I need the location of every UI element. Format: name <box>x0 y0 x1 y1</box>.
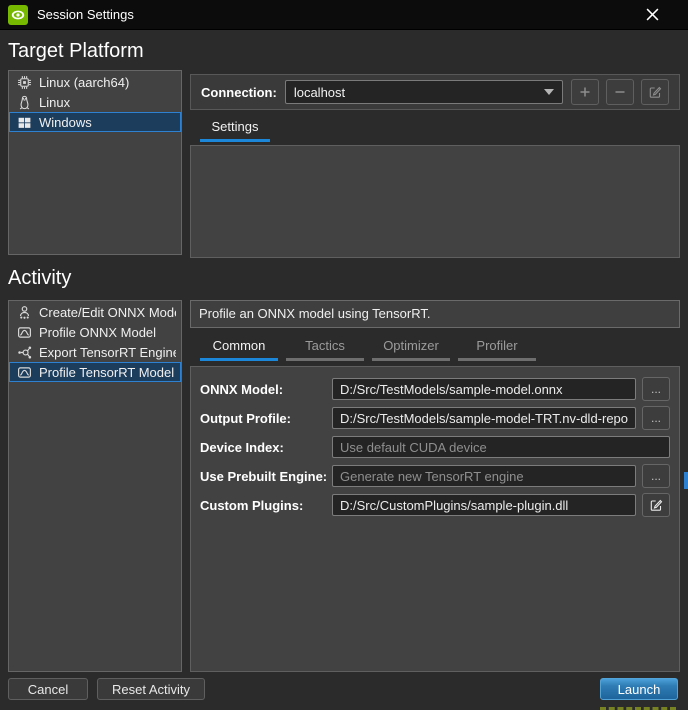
person-network-icon <box>17 305 32 320</box>
activity-item-create-edit-onnx[interactable]: Create/Edit ONNX Models <box>9 302 181 322</box>
platform-item-label: Linux (aarch64) <box>39 75 129 90</box>
linux-penguin-icon <box>17 95 32 110</box>
dropdown-caret-icon <box>544 89 554 95</box>
edit-icon <box>649 498 663 512</box>
profile-chart-icon <box>17 325 32 340</box>
onnx-model-input[interactable] <box>332 378 636 400</box>
prebuilt-engine-label: Use Prebuilt Engine: <box>200 469 332 484</box>
output-profile-label: Output Profile: <box>200 411 332 426</box>
connection-label: Connection: <box>201 85 277 100</box>
activity-item-label: Profile TensorRT Model <box>39 365 174 380</box>
onnx-model-row: ONNX Model: ... <box>200 377 670 401</box>
platform-item-windows[interactable]: Windows <box>9 112 181 132</box>
custom-plugins-input[interactable] <box>332 494 636 516</box>
prebuilt-engine-input[interactable] <box>332 465 636 487</box>
onnx-model-label: ONNX Model: <box>200 382 332 397</box>
device-index-label: Device Index: <box>200 440 332 455</box>
connection-group: Connection: localhost <box>190 74 680 110</box>
background-window-sliver <box>684 472 688 489</box>
output-profile-row: Output Profile: ... <box>200 406 670 430</box>
tab-profiler[interactable]: Profiler <box>458 334 536 361</box>
activity-item-profile-tensorrt[interactable]: Profile TensorRT Model <box>9 362 181 382</box>
custom-plugins-edit-button[interactable] <box>642 493 670 517</box>
profile-chart-icon <box>17 365 32 380</box>
cancel-button[interactable]: Cancel <box>8 678 88 700</box>
target-platform-heading: Target Platform <box>8 40 144 63</box>
nvidia-logo-icon <box>8 5 28 25</box>
onnx-model-browse-button[interactable]: ... <box>642 377 670 401</box>
prebuilt-engine-row: Use Prebuilt Engine: ... <box>200 464 670 488</box>
activity-item-profile-onnx[interactable]: Profile ONNX Model <box>9 322 181 342</box>
cpu-icon <box>17 75 32 90</box>
tab-optimizer[interactable]: Optimizer <box>372 334 450 361</box>
activity-item-label: Export TensorRT Engine <box>39 345 176 360</box>
titlebar: Session Settings <box>0 0 688 30</box>
tab-settings[interactable]: Settings <box>200 115 270 142</box>
output-profile-input[interactable] <box>332 407 636 429</box>
activity-item-export-tensorrt[interactable]: Export TensorRT Engine <box>9 342 181 362</box>
platform-item-label: Windows <box>39 115 92 130</box>
activity-list: Create/Edit ONNX Models Profile ONNX Mod… <box>8 300 182 672</box>
activity-item-label: Profile ONNX Model <box>39 325 156 340</box>
tab-tactics[interactable]: Tactics <box>286 334 364 361</box>
platform-item-linux[interactable]: Linux <box>9 92 181 112</box>
settings-panel <box>190 145 680 258</box>
activity-heading: Activity <box>8 267 71 290</box>
connection-dropdown[interactable]: localhost <box>285 80 563 104</box>
platform-item-linux-aarch64[interactable]: Linux (aarch64) <box>9 72 181 92</box>
edit-connection-button[interactable] <box>641 79 669 105</box>
platform-item-label: Linux <box>39 95 70 110</box>
output-profile-browse-button[interactable]: ... <box>642 406 670 430</box>
settings-tabbar: Settings <box>190 115 278 142</box>
target-platform-list: Linux (aarch64) Linux Windows <box>8 70 182 255</box>
activity-detail-tabbar: Common Tactics Optimizer Profiler <box>190 334 544 361</box>
connection-value: localhost <box>294 85 345 100</box>
tab-common[interactable]: Common <box>200 334 278 361</box>
device-index-row: Device Index: <box>200 435 670 459</box>
custom-plugins-label: Custom Plugins: <box>200 498 332 513</box>
launch-button[interactable]: Launch <box>600 678 678 700</box>
close-icon[interactable] <box>632 0 672 30</box>
window-title: Session Settings <box>37 7 134 22</box>
activity-item-label: Create/Edit ONNX Models <box>39 305 176 320</box>
network-graph-icon <box>17 345 32 360</box>
add-connection-button[interactable] <box>571 79 599 105</box>
windows-icon <box>17 115 32 130</box>
remove-connection-button[interactable] <box>606 79 634 105</box>
activity-form-panel: ONNX Model: ... Output Profile: ... Devi… <box>190 366 680 672</box>
activity-description: Profile an ONNX model using TensorRT. <box>190 300 680 328</box>
reset-activity-button[interactable]: Reset Activity <box>97 678 205 700</box>
device-index-input[interactable] <box>332 436 670 458</box>
prebuilt-engine-browse-button[interactable]: ... <box>642 464 670 488</box>
custom-plugins-row: Custom Plugins: <box>200 493 670 517</box>
